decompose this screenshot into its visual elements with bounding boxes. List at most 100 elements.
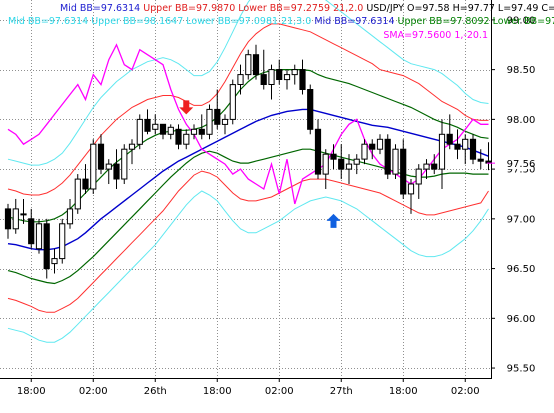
candle-26 — [206, 104, 213, 140]
x-tick-label-3: 18:00 — [203, 386, 232, 397]
header-line-2-segment-0: Mid BB=97.6314 — [8, 16, 88, 27]
header-line-1-segment-1: Upper BB=97.9870 — [140, 3, 235, 14]
chart-container: 99.00 98.50 98.00 97.50 97.00 96.50 96.00 95.50… — [0, 0, 554, 409]
header-line-1-segment-0: Mid BB=97.6314 — [60, 3, 140, 14]
candle-body-35 — [276, 69, 283, 80]
candle-body-28 — [221, 118, 229, 125]
candle-body-52 — [407, 183, 415, 195]
candle-15 — [121, 144, 128, 185]
candle-body-16 — [128, 143, 136, 150]
chart-svg: 99.0098.5098.0097.5097.0096.5096.0095.50… — [0, 0, 554, 409]
candle-49 — [384, 134, 391, 180]
candle-body-43 — [338, 158, 345, 170]
candle-body-23 — [183, 133, 190, 145]
last-price-label: 97.56 — [507, 159, 536, 170]
header-line-2: Mid BB=97.6314 Upper BB=98.1647 Lower BB… — [8, 16, 554, 27]
candle-body-20 — [159, 123, 167, 135]
candle-50 — [392, 144, 399, 180]
candle-body-38 — [299, 69, 306, 90]
candle-body-24 — [190, 128, 198, 135]
candle-body-11 — [90, 143, 97, 190]
candle-body-32 — [252, 54, 260, 76]
candle-body-59 — [462, 138, 469, 150]
candle-body-19 — [152, 123, 159, 130]
candle-body-51 — [400, 148, 407, 195]
x-tick-label-5: 27th — [330, 386, 353, 397]
candle-body-50 — [392, 148, 399, 175]
sma-label: SMA=97.5600 1,-20.1 — [383, 30, 488, 41]
candle-body-4 — [35, 223, 43, 250]
candle-body-39 — [307, 89, 314, 130]
candle-body-27 — [214, 108, 221, 125]
candle-body-15 — [121, 148, 128, 180]
candle-body-55 — [431, 163, 438, 170]
y-tick-label-4: 97.00 — [507, 214, 536, 225]
candle-body-3 — [28, 218, 35, 245]
header-line-2-segment-4: Mid BB=97.6314 — [311, 16, 394, 27]
candle-body-41 — [322, 153, 329, 175]
candle-body-42 — [330, 153, 337, 160]
candle-body-44 — [345, 163, 353, 170]
header-line-2-segment-2: Lower BB=97.0981 — [183, 16, 278, 27]
candle-body-30 — [237, 74, 244, 85]
candle-17 — [136, 114, 143, 150]
candle-body-10 — [82, 178, 89, 190]
candle-body-49 — [384, 138, 391, 175]
candle-body-13 — [105, 163, 112, 170]
candle-body-57 — [446, 133, 453, 145]
candle-body-0 — [4, 208, 12, 230]
candle-body-9 — [74, 178, 81, 210]
y-tick-label-2: 98.00 — [507, 115, 536, 126]
candle-body-33 — [260, 74, 267, 85]
y-tick-label-6: 96.00 — [507, 314, 536, 325]
candle-9 — [74, 174, 81, 214]
candle-11 — [90, 139, 97, 194]
header-line-2-segment-1: Upper BB=98.1647 — [88, 16, 183, 27]
candle-39 — [307, 84, 314, 135]
candle-body-40 — [314, 128, 322, 175]
x-tick-label-0: 18:00 — [17, 386, 46, 397]
candle-29 — [229, 79, 236, 125]
candle-body-5 — [43, 223, 50, 270]
candle-body-36 — [283, 74, 291, 81]
y-tick-label-7: 95.50 — [507, 364, 536, 375]
candle-body-47 — [369, 143, 376, 150]
header-line-2-segment-6: Lower BB=97.4537 — [490, 16, 554, 27]
candle-body-25 — [198, 128, 205, 135]
x-tick-label-2: 26th — [144, 386, 167, 397]
header-line-1-segment-4: USD/JPY O=97.58 H=97.77 L=97.49 C=97.56 — [363, 3, 554, 14]
y-tick-label-5: 96.50 — [507, 264, 536, 275]
header-line-2-segment-5: Upper BB=97.8092 — [394, 16, 489, 27]
candle-body-7 — [59, 223, 66, 260]
header-line-1-segment-3: 21,2.0 — [330, 3, 363, 14]
candle-body-17 — [136, 118, 143, 145]
candle-body-61 — [477, 158, 484, 162]
candle-body-54 — [423, 163, 430, 170]
candle-body-21 — [167, 126, 174, 135]
header-line-1-segment-2: Lower BB=97.2759 — [235, 3, 330, 14]
x-tick-label-4: 02:00 — [265, 386, 294, 397]
candle-body-48 — [376, 138, 384, 150]
header-line-1: Mid BB=97.6314 Upper BB=97.9870 Lower BB… — [60, 3, 554, 14]
candle-body-31 — [245, 54, 252, 76]
candle-body-1 — [12, 208, 19, 230]
candle-body-18 — [144, 118, 151, 132]
candle-body-53 — [415, 168, 422, 185]
candle-body-37 — [291, 69, 298, 76]
candle-body-22 — [175, 128, 182, 145]
candle-body-14 — [113, 163, 120, 180]
candle-body-60 — [469, 138, 477, 160]
plot-background — [0, 0, 554, 409]
candle-body-56 — [438, 133, 446, 170]
candle-body-29 — [229, 84, 236, 120]
candle-body-12 — [97, 143, 105, 170]
candle-body-26 — [206, 108, 213, 135]
candle-body-8 — [66, 208, 74, 225]
candle-body-58 — [454, 143, 461, 150]
candle-7 — [59, 218, 66, 264]
candle-body-45 — [353, 158, 360, 165]
candle-body-34 — [268, 69, 275, 85]
header-line-2-segment-3: 21,3.0 — [278, 16, 311, 27]
candle-4 — [35, 218, 43, 254]
x-tick-label-1: 02:00 — [79, 386, 108, 397]
